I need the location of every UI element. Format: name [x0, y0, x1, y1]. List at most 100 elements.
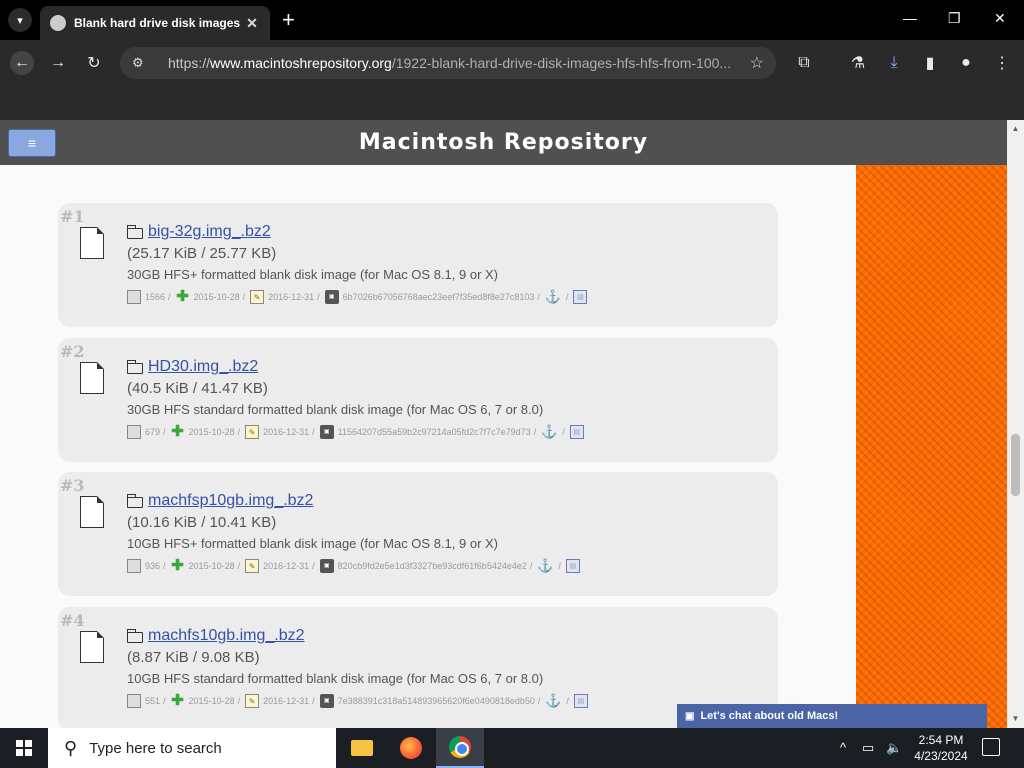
scroll-up-arrow-icon[interactable]: ▲ — [1007, 124, 1024, 133]
file-icon — [80, 496, 104, 528]
forward-arrow-icon[interactable]: → — [46, 51, 70, 75]
browser-tab[interactable]: Blank hard drive disk images H ✕ — [40, 6, 270, 40]
file-size: (25.17 KiB / 25.77 KB) — [127, 245, 277, 262]
file-list: #1 big-32g.img_.bz2 (25.17 KiB / 25.77 K… — [0, 165, 856, 728]
orange-textured-sidebar — [856, 165, 1007, 728]
anchor-link-icon[interactable]: ⚓ — [537, 559, 553, 573]
added-date: 2015-10-28 — [188, 561, 235, 571]
download-count: 1566 — [145, 292, 166, 302]
added-plus-icon: ✚ — [176, 288, 189, 305]
anchor-link-icon[interactable]: ⚓ — [541, 425, 557, 439]
file-download-link[interactable]: machfsp10gb.img_.bz2 — [148, 492, 313, 510]
item-number: #3 — [60, 476, 85, 495]
file-meta: 679/ ✚ 2015-10-28/ ✎ 2016-12-31/ ▣ 11564207… — [127, 424, 588, 440]
meta-separator: / — [533, 427, 537, 437]
item-number: #4 — [60, 611, 85, 630]
file-size: (40.5 KiB / 41.47 KB) — [127, 380, 268, 397]
taskbar-search-box[interactable]: ⚲ Type here to search — [48, 728, 336, 768]
meta-separator: / — [558, 561, 561, 571]
windows-logo-icon — [16, 740, 32, 756]
browser-menu-kebab-icon[interactable]: ⋮ — [990, 51, 1014, 75]
system-clock[interactable]: 2:54 PM 4/23/2024 — [906, 732, 976, 764]
anchor-link-icon[interactable]: ⚓ — [545, 694, 561, 708]
search-placeholder: Type here to search — [89, 739, 222, 757]
file-download-link[interactable]: big-32g.img_.bz2 — [148, 223, 271, 241]
file-description: 10GB HFS standard formatted blank disk i… — [127, 671, 544, 686]
anchor-link-icon[interactable]: ⚓ — [545, 290, 561, 304]
sha1-icon: ▣ — [319, 425, 334, 439]
meta-separator: / — [317, 292, 320, 302]
copy-link-icon[interactable]: ▤ — [569, 425, 584, 439]
folder-icon — [127, 494, 143, 508]
file-download-link[interactable]: machfs10gb.img_.bz2 — [148, 627, 305, 645]
new-tab-button[interactable]: + — [282, 8, 295, 32]
extensions-puzzle-icon[interactable]: ⧉ — [792, 51, 816, 75]
file-size: (8.87 KiB / 9.08 KB) — [127, 649, 260, 666]
site-info-icon[interactable]: ⚙ — [132, 55, 150, 71]
meta-separator: / — [242, 292, 246, 302]
restore-button[interactable]: ❐ — [948, 10, 961, 27]
tray-overflow-chevron-icon[interactable]: ^ — [840, 740, 846, 755]
copy-link-icon[interactable]: ▤ — [573, 694, 588, 708]
start-button[interactable] — [0, 728, 48, 768]
tab-close-icon[interactable]: ✕ — [244, 15, 260, 32]
file-download-link[interactable]: HD30.img_.bz2 — [148, 358, 258, 376]
page-scrollbar[interactable]: ▲ ▼ — [1007, 120, 1024, 728]
added-date: 2015-10-28 — [188, 427, 235, 437]
file-icon — [80, 631, 104, 663]
edited-date: 2016-12-31 — [263, 561, 310, 571]
windows-taskbar: ⚲ Type here to search ^ ▭ 🔈 2:54 PM 4/23… — [0, 728, 1024, 768]
meta-separator: / — [562, 427, 565, 437]
meta-separator: / — [168, 292, 171, 302]
downloads-disk-icon — [127, 694, 141, 708]
download-count: 551 — [145, 696, 161, 706]
chat-label: Let's chat about old Macs! — [700, 710, 839, 722]
address-bar[interactable]: ⚙ https://www.macintoshrepository.org/19… — [120, 47, 776, 79]
chat-bubble-icon: ▣ — [685, 710, 695, 722]
site-title[interactable]: Macintosh Repository — [0, 130, 1007, 155]
sha1-icon: ▣ — [319, 694, 334, 708]
network-icon[interactable]: ▭ — [862, 740, 874, 756]
back-arrow-icon[interactable]: ← — [10, 51, 34, 75]
side-panel-icon[interactable]: ▮ — [918, 51, 942, 75]
edited-pencil-icon: ✎ — [250, 290, 265, 304]
url-path: /1922-blank-hard-drive-disk-images-hfs-h… — [391, 55, 732, 71]
copy-link-icon[interactable]: ▤ — [573, 290, 588, 304]
file-description: 30GB HFS+ formatted blank disk image (fo… — [127, 267, 499, 282]
meta-separator: / — [537, 292, 540, 302]
labs-flask-icon[interactable]: ⚗ — [846, 51, 870, 75]
tab-search-chevron-icon[interactable]: ▾ — [8, 8, 32, 32]
meta-separator: / — [529, 561, 533, 571]
file-meta: 551/ ✚ 2015-10-28/ ✎ 2016-12-31/ ▣ 7e388391… — [127, 693, 592, 709]
downloads-disk-icon — [127, 425, 141, 439]
reload-icon[interactable]: ↻ — [82, 51, 106, 75]
edited-pencil-icon: ✎ — [245, 559, 260, 573]
volume-muted-icon[interactable]: 🔈 — [886, 740, 902, 756]
file-explorer-taskbar-button[interactable] — [338, 728, 386, 768]
url-host: www.macintoshrepository.org — [210, 55, 392, 71]
folder-icon — [127, 225, 143, 239]
meta-separator: / — [565, 292, 569, 302]
scrollbar-thumb[interactable] — [1011, 434, 1020, 496]
item-number: #1 — [60, 207, 85, 226]
chat-widget-bar[interactable]: ▣ Let's chat about old Macs! — [677, 704, 987, 728]
notifications-icon[interactable] — [982, 738, 1000, 756]
bookmark-star-icon[interactable]: ☆ — [750, 53, 764, 73]
file-icon — [80, 362, 104, 394]
chrome-taskbar-button[interactable] — [436, 728, 484, 768]
downloads-disk-icon — [127, 290, 141, 304]
firefox-taskbar-button[interactable] — [387, 728, 435, 768]
file-size: (10.16 KiB / 10.41 KB) — [127, 514, 277, 531]
copy-link-icon[interactable]: ▤ — [565, 559, 580, 573]
file-meta: 1566/ ✚ 2015-10-28/ ✎ 2016-12-31/ ▣ 6b7026b… — [127, 289, 591, 305]
sha1-hash: 6b7026b67056768aec23eef7f35ed8f8e27c8103 — [342, 292, 535, 302]
profile-avatar-icon[interactable]: ● — [954, 51, 978, 75]
download-icon[interactable]: ⤓ — [882, 51, 906, 75]
file-meta: 936/ ✚ 2015-10-28/ ✎ 2016-12-31/ ▣ 820cb9fd… — [127, 558, 584, 574]
file-description: 10GB HFS+ formatted blank disk image (fo… — [127, 536, 499, 551]
close-window-button[interactable]: ✕ — [994, 10, 1006, 27]
minimize-button[interactable]: — — [903, 10, 917, 26]
url-prefix: https:// — [168, 55, 211, 71]
page-viewport: ≡ Macintosh Repository #1 big-32g.img_.b… — [0, 120, 1024, 728]
scroll-down-arrow-icon[interactable]: ▼ — [1007, 714, 1024, 723]
